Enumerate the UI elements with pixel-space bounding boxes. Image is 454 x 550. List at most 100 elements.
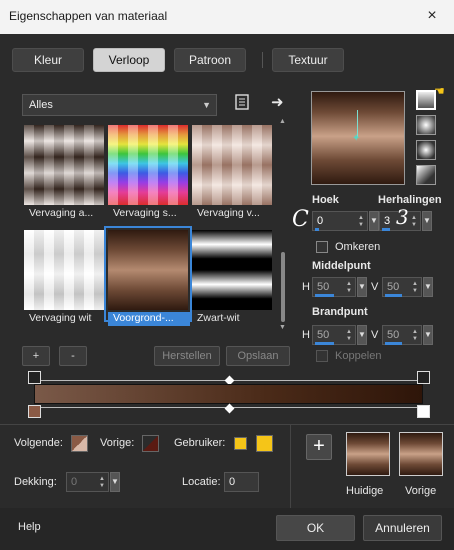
- spin-down-icon[interactable]: ▼: [412, 336, 418, 342]
- add-to-swatches-button[interactable]: +: [306, 434, 332, 460]
- color-stop-right[interactable]: [417, 405, 430, 418]
- save-preset-button[interactable]: Opslaan: [226, 346, 290, 366]
- user-color-swatch-small[interactable]: [234, 437, 247, 450]
- window-title: Eigenschappen van materiaal: [9, 9, 168, 23]
- center-v-value: 50: [387, 281, 400, 293]
- title-bar: Eigenschappen van materiaal ×: [0, 0, 454, 34]
- help-link[interactable]: Help: [18, 521, 41, 533]
- scrollbar-thumb[interactable]: [281, 252, 285, 322]
- focal-h-input[interactable]: 50 ▲ ▼: [312, 325, 356, 345]
- spin-down-icon[interactable]: ▼: [412, 288, 418, 294]
- spin-up-icon[interactable]: ▲: [412, 329, 418, 335]
- preset-item[interactable]: Vervaging a...: [24, 125, 104, 219]
- spin-down-icon[interactable]: ▼: [346, 288, 352, 294]
- location-input[interactable]: 0: [224, 472, 259, 492]
- rectangular-gradient-type-button[interactable]: [416, 115, 436, 135]
- spin-down-icon[interactable]: ▼: [346, 336, 352, 342]
- opacity-stop-right[interactable]: [417, 371, 430, 384]
- spin-up-icon[interactable]: ▲: [412, 281, 418, 287]
- opacity-stop-left[interactable]: [28, 371, 41, 384]
- link-checkbox[interactable]: [316, 350, 328, 362]
- focal-v-input[interactable]: 50 ▲ ▼: [382, 325, 422, 345]
- tab-divider: [262, 52, 263, 68]
- tab-verloop[interactable]: Verloop: [93, 48, 165, 72]
- color-stop-left[interactable]: [28, 405, 41, 418]
- preset-scrollbar[interactable]: ▲ ▼: [279, 118, 286, 331]
- angle-dropdown[interactable]: ▼: [369, 211, 379, 231]
- center-h-input[interactable]: 50 ▲ ▼: [312, 277, 356, 297]
- next-stop-color[interactable]: [71, 435, 88, 452]
- repeats-dropdown[interactable]: ▼: [422, 211, 432, 231]
- preset-label: Vervaging a...: [29, 207, 94, 219]
- angle-label: Hoek: [312, 194, 339, 206]
- arrow-right-icon[interactable]: ➜: [271, 93, 284, 111]
- spin-down-icon[interactable]: ▼: [411, 222, 417, 228]
- angle-slider-bar[interactable]: [315, 228, 320, 231]
- sunburst-gradient-type-button[interactable]: [416, 165, 436, 185]
- focal-h-slider-bar[interactable]: [315, 342, 334, 345]
- focal-v-value: 50: [387, 329, 400, 341]
- center-h-dropdown[interactable]: ▼: [357, 277, 367, 297]
- gradient-preset-thumbnail: [192, 125, 272, 205]
- opacity-dropdown[interactable]: ▼: [110, 472, 120, 492]
- category-select-value: Alles: [29, 99, 53, 111]
- spin-up-icon[interactable]: ▲: [411, 215, 417, 221]
- spin-up-icon[interactable]: ▲: [346, 281, 352, 287]
- focal-h-value: 50: [317, 329, 330, 341]
- spin-down-icon[interactable]: ▼: [99, 483, 105, 489]
- preset-item[interactable]: Vervaging wit: [24, 230, 104, 324]
- preset-label: Zwart-wit: [197, 312, 240, 324]
- tab-textuur[interactable]: Textuur: [272, 48, 344, 72]
- focal-h-label: H: [302, 329, 310, 341]
- color-midpoint[interactable]: [224, 403, 235, 414]
- spin-up-icon[interactable]: ▲: [358, 215, 364, 221]
- close-icon[interactable]: ×: [420, 5, 444, 27]
- document-list-icon[interactable]: [235, 94, 249, 113]
- linear-gradient-type-button[interactable]: [416, 90, 436, 110]
- ok-button[interactable]: OK: [276, 515, 355, 541]
- preset-item[interactable]: Vervaging s...: [108, 125, 188, 219]
- repeats-slider-bar[interactable]: [382, 228, 390, 231]
- invert-label: Omkeren: [335, 241, 381, 253]
- gradient-center-handle[interactable]: ✦: [352, 133, 360, 144]
- radial-gradient-type-button[interactable]: [416, 140, 436, 160]
- previous-material-thumbnail[interactable]: [399, 432, 443, 476]
- next-stop-label: Volgende:: [14, 437, 63, 449]
- reset-button[interactable]: Herstellen: [154, 346, 220, 366]
- center-v-slider-bar[interactable]: [385, 294, 403, 297]
- location-value: 0: [229, 476, 236, 488]
- current-material-thumbnail[interactable]: [346, 432, 390, 476]
- focal-h-dropdown[interactable]: ▼: [357, 325, 367, 345]
- tab-kleur[interactable]: Kleur: [12, 48, 84, 72]
- preset-item-selected[interactable]: Voorgrond-...: [104, 226, 192, 326]
- prev-stop-label: Vorige:: [100, 437, 135, 449]
- spin-up-icon[interactable]: ▲: [346, 329, 352, 335]
- prev-stop-color[interactable]: [142, 435, 159, 452]
- preset-item[interactable]: Vervaging v...: [192, 125, 272, 219]
- cancel-button[interactable]: Annuleren: [363, 515, 442, 541]
- focal-v-dropdown[interactable]: ▼: [423, 325, 433, 345]
- center-v-label: V: [371, 281, 379, 293]
- center-v-input[interactable]: 50 ▲ ▼: [382, 277, 422, 297]
- center-v-dropdown[interactable]: ▼: [423, 277, 433, 297]
- spin-down-icon[interactable]: ▼: [358, 222, 364, 228]
- scroll-up-icon[interactable]: ▲: [279, 118, 286, 125]
- preset-item[interactable]: Zwart-wit: [192, 230, 272, 324]
- gradient-bar[interactable]: [34, 384, 423, 404]
- center-h-slider-bar[interactable]: [315, 294, 334, 297]
- focal-v-label: V: [371, 329, 379, 341]
- tab-patroon[interactable]: Patroon: [174, 48, 246, 72]
- angle-annotation: C: [292, 207, 309, 232]
- add-preset-button[interactable]: +: [22, 346, 50, 366]
- user-color-swatch[interactable]: [256, 435, 273, 452]
- opacity-input[interactable]: 0 ▲ ▼: [66, 472, 109, 492]
- spin-up-icon[interactable]: ▲: [99, 476, 105, 482]
- remove-preset-button[interactable]: -: [59, 346, 87, 366]
- category-select[interactable]: Alles ▼: [22, 94, 217, 116]
- divider: [290, 424, 291, 508]
- angle-input[interactable]: 0 ▲ ▼: [312, 211, 368, 231]
- repeats-input[interactable]: 3 3 ▲ ▼: [379, 207, 421, 231]
- scroll-down-icon[interactable]: ▼: [279, 324, 286, 331]
- invert-checkbox[interactable]: [316, 241, 328, 253]
- focal-v-slider-bar[interactable]: [385, 342, 403, 345]
